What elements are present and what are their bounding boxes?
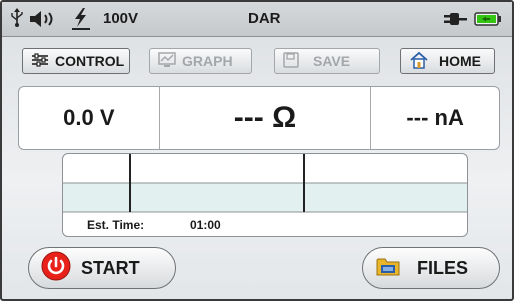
high-voltage-icon (70, 7, 92, 35)
tab-home-label: HOME (439, 53, 481, 69)
floppy-disk-icon (283, 51, 299, 71)
speaker-icon[interactable] (28, 10, 58, 32)
battery-icon (474, 12, 502, 30)
status-bar: 100V DAR (2, 2, 512, 37)
power-icon (41, 251, 71, 286)
files-button-label: FILES (417, 257, 469, 278)
tab-save-label: SAVE (313, 53, 351, 69)
files-button[interactable]: FILES (362, 247, 500, 289)
estimated-time-label: Est. Time: (87, 218, 145, 232)
resistance-reading: --- Ω (233, 101, 297, 134)
tab-control-label: CONTROL (55, 53, 125, 69)
sliders-icon (31, 52, 49, 70)
test-mode: DAR (248, 10, 281, 27)
graph-icon (158, 51, 176, 71)
estimated-time-value: 01:00 (190, 218, 221, 232)
tab-graph[interactable]: GRAPH (149, 48, 252, 74)
voltage-setting: 100V (103, 10, 139, 27)
tab-control[interactable]: CONTROL (22, 48, 130, 74)
tab-graph-label: GRAPH (182, 53, 233, 69)
tab-home[interactable]: HOME (400, 48, 495, 74)
voltage-reading: 0.0 V (63, 105, 115, 130)
folder-icon (375, 254, 403, 283)
start-button-label: START (81, 257, 140, 278)
start-button[interactable]: START (28, 247, 176, 289)
usb-icon (10, 8, 24, 32)
readings-panel: 0.0 V --- Ω --- nA (18, 86, 500, 150)
home-icon (409, 51, 429, 72)
tab-save[interactable]: SAVE (274, 48, 380, 74)
mains-plug-icon (442, 11, 468, 31)
current-reading: --- nA (406, 105, 464, 130)
instrument-screen: 100V DAR CONTROL GRAPH SAVE HOME 0.0 V -… (0, 0, 514, 301)
